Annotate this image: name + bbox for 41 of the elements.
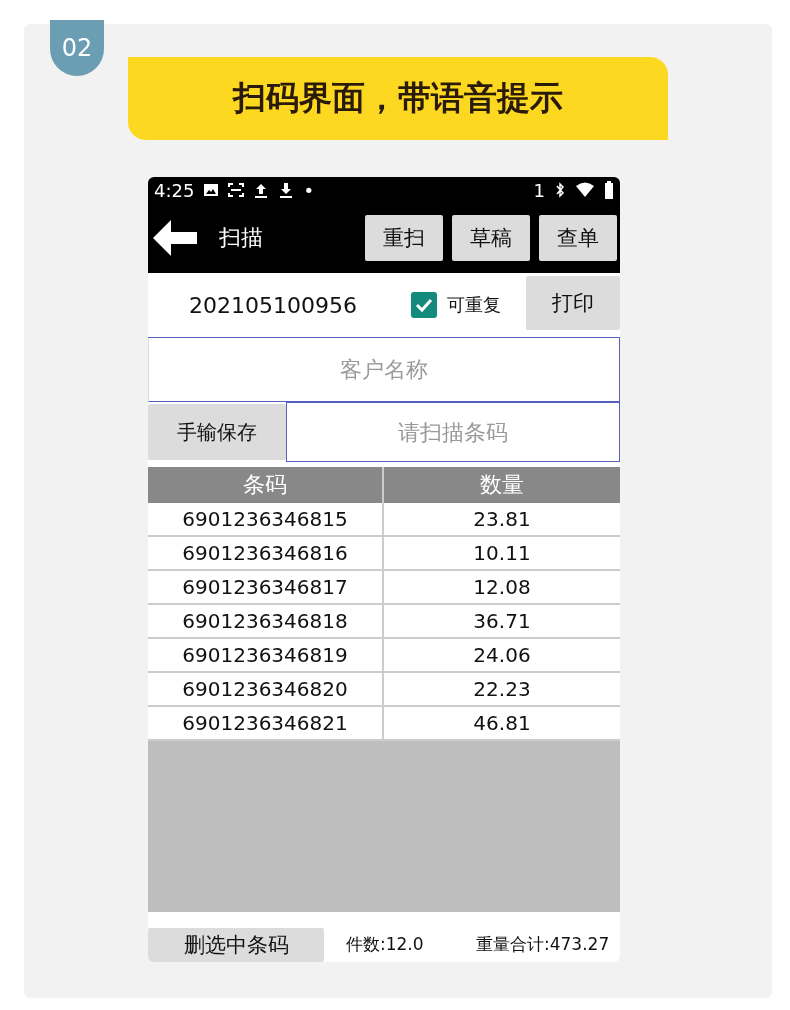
manual-save-button[interactable]: 手输保存 — [148, 404, 286, 460]
customer-field[interactable]: 客户名称 — [148, 338, 620, 402]
item-count: 件数:12.0 — [346, 933, 425, 956]
screen-title: 扫描 — [219, 224, 264, 252]
table-cell: 6901236346816 — [148, 537, 384, 571]
toolbar-button[interactable]: 查单 — [539, 215, 617, 261]
toolbar-button[interactable]: 重扫 — [365, 215, 443, 261]
checkbox-label: 可重复 — [447, 293, 501, 317]
weight-total: 重量合计:473.27 — [476, 933, 610, 956]
table-cell: 6901236346818 — [148, 605, 384, 639]
table-cell: 22.23 — [384, 673, 620, 707]
table-cell: 23.81 — [384, 503, 620, 537]
table-cell: 12.08 — [384, 571, 620, 605]
table-cell: 6901236346819 — [148, 639, 384, 673]
scan-icon — [228, 182, 245, 198]
table-cell: 36.71 — [384, 605, 620, 639]
barcode-field[interactable]: 请扫描条码 — [286, 402, 620, 462]
upload-icon — [253, 182, 270, 198]
repeat-checkbox[interactable] — [411, 292, 437, 318]
order-number: 202105100956 — [188, 292, 358, 318]
status-time: 4:25 — [154, 179, 195, 201]
image-icon — [203, 182, 220, 198]
delete-selected-button[interactable]: 删选中条码 — [148, 928, 324, 962]
back-arrow-icon[interactable] — [151, 218, 199, 258]
print-button[interactable]: 打印 — [526, 276, 620, 330]
table-cell: 6901236346817 — [148, 571, 384, 605]
wifi-icon — [575, 182, 595, 198]
table-cell: 6901236346815 — [148, 503, 384, 537]
step-badge: 02 — [50, 20, 104, 76]
title-banner: 扫码界面，带语音提示 — [128, 57, 668, 140]
column-header: 条码 — [148, 467, 384, 503]
download-icon — [278, 182, 295, 198]
sim-number: 1 — [533, 179, 545, 201]
battery-icon — [604, 181, 614, 199]
table-cell: 10.11 — [384, 537, 620, 571]
bluetooth-icon — [554, 182, 566, 198]
status-dot: • — [303, 179, 315, 201]
table-cell: 24.06 — [384, 639, 620, 673]
column-header: 数量 — [479, 471, 525, 499]
table-cell: 6901236346820 — [148, 673, 384, 707]
toolbar-button[interactable]: 草稿 — [452, 215, 530, 261]
